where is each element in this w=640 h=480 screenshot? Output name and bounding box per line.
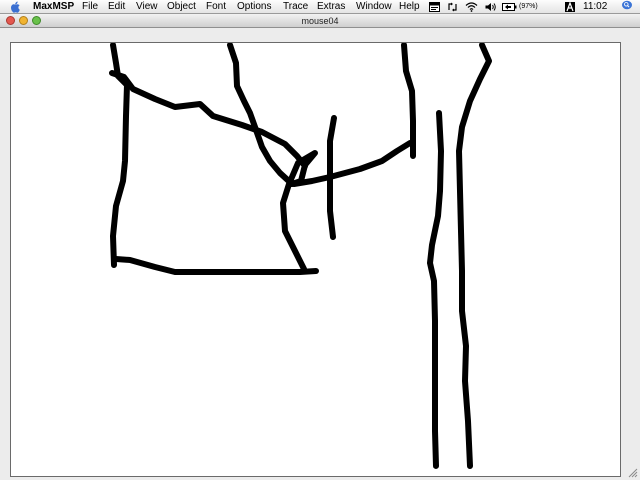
stroke-lower-box — [113, 256, 319, 275]
stroke-horizontal-wave — [291, 140, 413, 187]
menu-help[interactable]: Help — [399, 0, 420, 14]
sync-icon[interactable] — [447, 2, 458, 12]
battery-icon[interactable] — [502, 2, 517, 12]
wifi-icon[interactable] — [465, 2, 478, 12]
drawing-canvas[interactable] — [10, 42, 621, 477]
patcher-window: mouse04 — [0, 14, 640, 480]
menu-bar: MaxMSP File Edit View Object Font Option… — [0, 0, 640, 14]
spotlight-icon[interactable] — [619, 0, 635, 10]
menu-edit[interactable]: Edit — [108, 0, 125, 14]
max-window-icon[interactable] — [429, 2, 440, 12]
stroke-upper-curve — [109, 70, 308, 169]
stroke-center-curve — [227, 43, 318, 272]
menu-app-maxmsp[interactable]: MaxMSP — [33, 0, 74, 14]
menu-font[interactable]: Font — [206, 0, 226, 14]
menu-file[interactable]: File — [82, 0, 98, 14]
resize-grip-icon[interactable] — [626, 466, 638, 478]
battery-percent: (97%) — [519, 3, 538, 10]
mouse-drawing — [109, 43, 492, 469]
menu-view[interactable]: View — [136, 0, 158, 14]
menu-extras[interactable]: Extras — [317, 0, 345, 14]
menu-window[interactable]: Window — [356, 0, 392, 14]
window-titlebar[interactable]: mouse04 — [0, 14, 640, 28]
stroke-right-vertical — [401, 43, 416, 159]
menu-options[interactable]: Options — [237, 0, 271, 14]
stroke-far-right-b — [456, 43, 492, 469]
volume-icon[interactable] — [485, 2, 497, 12]
user-icon[interactable] — [565, 2, 575, 12]
clock[interactable]: 11:02 — [583, 0, 607, 14]
window-title: mouse04 — [301, 16, 339, 26]
apple-icon[interactable] — [10, 1, 21, 13]
menu-trace[interactable]: Trace — [283, 0, 308, 14]
stroke-far-right-a — [427, 110, 444, 469]
menu-object[interactable]: Object — [167, 0, 196, 14]
